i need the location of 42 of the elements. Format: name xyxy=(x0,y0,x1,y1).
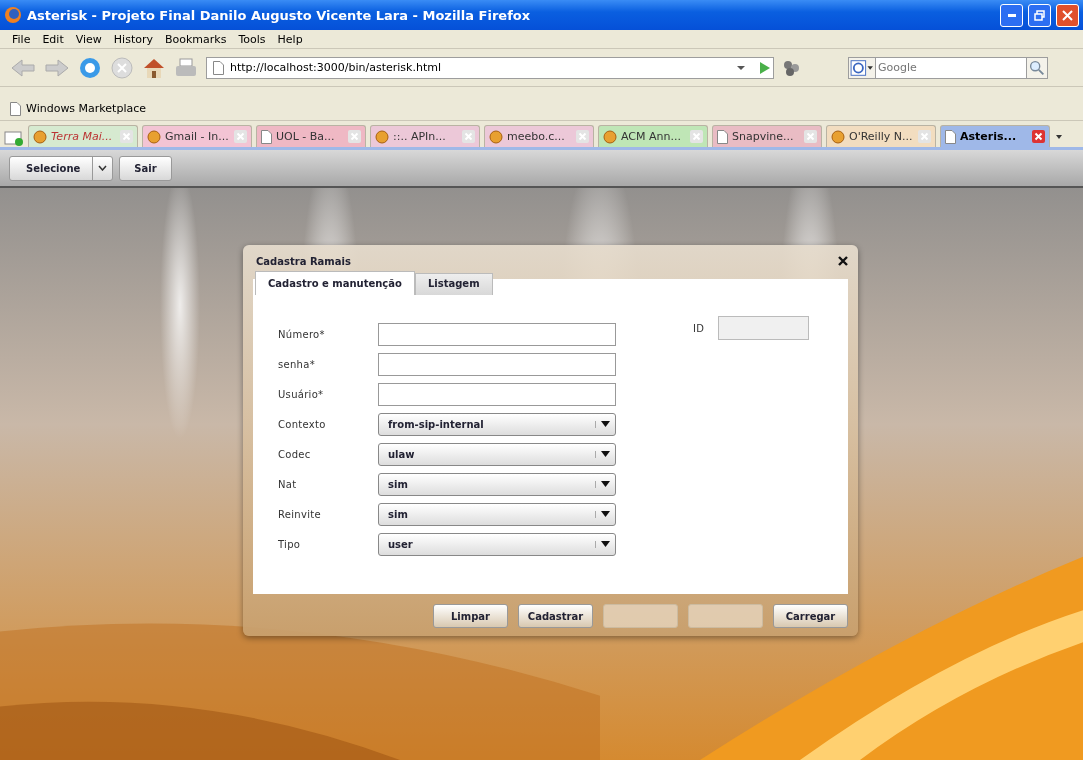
form-button[interactable]: Limpar xyxy=(433,604,508,628)
window-title: Asterisk - Projeto Final Danilo Augusto Vicente Lara - Mozilla Firefox xyxy=(27,7,532,23)
browser-tab[interactable]: O'Reilly N... xyxy=(826,125,936,147)
dropdown[interactable]: sim xyxy=(378,473,616,496)
browser-tab[interactable]: Gmail - In... xyxy=(142,125,252,147)
menu-item[interactable]: View xyxy=(69,32,108,46)
field-label: Codec xyxy=(278,449,312,460)
dialog-title: Cadastra Ramais xyxy=(256,255,351,267)
menu-item[interactable]: Edit xyxy=(36,32,70,46)
dropdown[interactable]: sim xyxy=(378,503,616,526)
dropdown[interactable]: from-sip-internal xyxy=(378,413,616,436)
field-label: ID xyxy=(693,322,705,334)
dropdown[interactable]: user xyxy=(378,533,616,556)
browser-tab[interactable]: Asteris... xyxy=(940,125,1050,147)
search-field[interactable]: Google xyxy=(876,56,1026,79)
field-label: Usuário* xyxy=(278,389,325,400)
browser-tab[interactable]: ::.. APIn... xyxy=(370,125,480,147)
address-field[interactable]: http://localhost:3000/bin/asterisk.html xyxy=(206,56,774,79)
menu-item[interactable]: Help xyxy=(271,32,309,46)
dialog-tab[interactable]: Cadastro e manutenção xyxy=(255,271,415,295)
field-label: Reinvite xyxy=(278,509,322,520)
menu-item[interactable]: File xyxy=(6,32,37,46)
field-label: Tipo xyxy=(278,539,302,550)
browser-tab[interactable]: UOL - Ba... xyxy=(256,125,366,147)
dropdown[interactable]: Selecione xyxy=(9,155,114,181)
field-label: Nat xyxy=(278,479,298,490)
menu-item[interactable]: Tools xyxy=(232,32,272,46)
menu-item[interactable]: Bookmarks xyxy=(159,32,233,46)
browser-tab[interactable]: Terra Mai... xyxy=(28,125,138,147)
exit-button[interactable]: Sair xyxy=(119,155,172,181)
browser-tab[interactable]: Snapvine... xyxy=(712,125,822,147)
form-button[interactable]: Carregar xyxy=(773,604,848,628)
field-label: senha* xyxy=(278,359,316,370)
bookmark-item[interactable]: Windows Marketplace xyxy=(26,102,146,115)
dropdown[interactable]: ulaw xyxy=(378,443,616,466)
menu-item[interactable]: History xyxy=(107,32,159,46)
dialog-tab[interactable]: Listagem xyxy=(414,273,493,295)
form-button[interactable]: Cadastrar xyxy=(518,604,593,628)
field-label: Contexto xyxy=(278,419,327,430)
field-label: Número* xyxy=(278,329,326,340)
browser-tab[interactable]: meebo.c... xyxy=(484,125,594,147)
browser-tab[interactable]: ACM Ann... xyxy=(598,125,708,147)
